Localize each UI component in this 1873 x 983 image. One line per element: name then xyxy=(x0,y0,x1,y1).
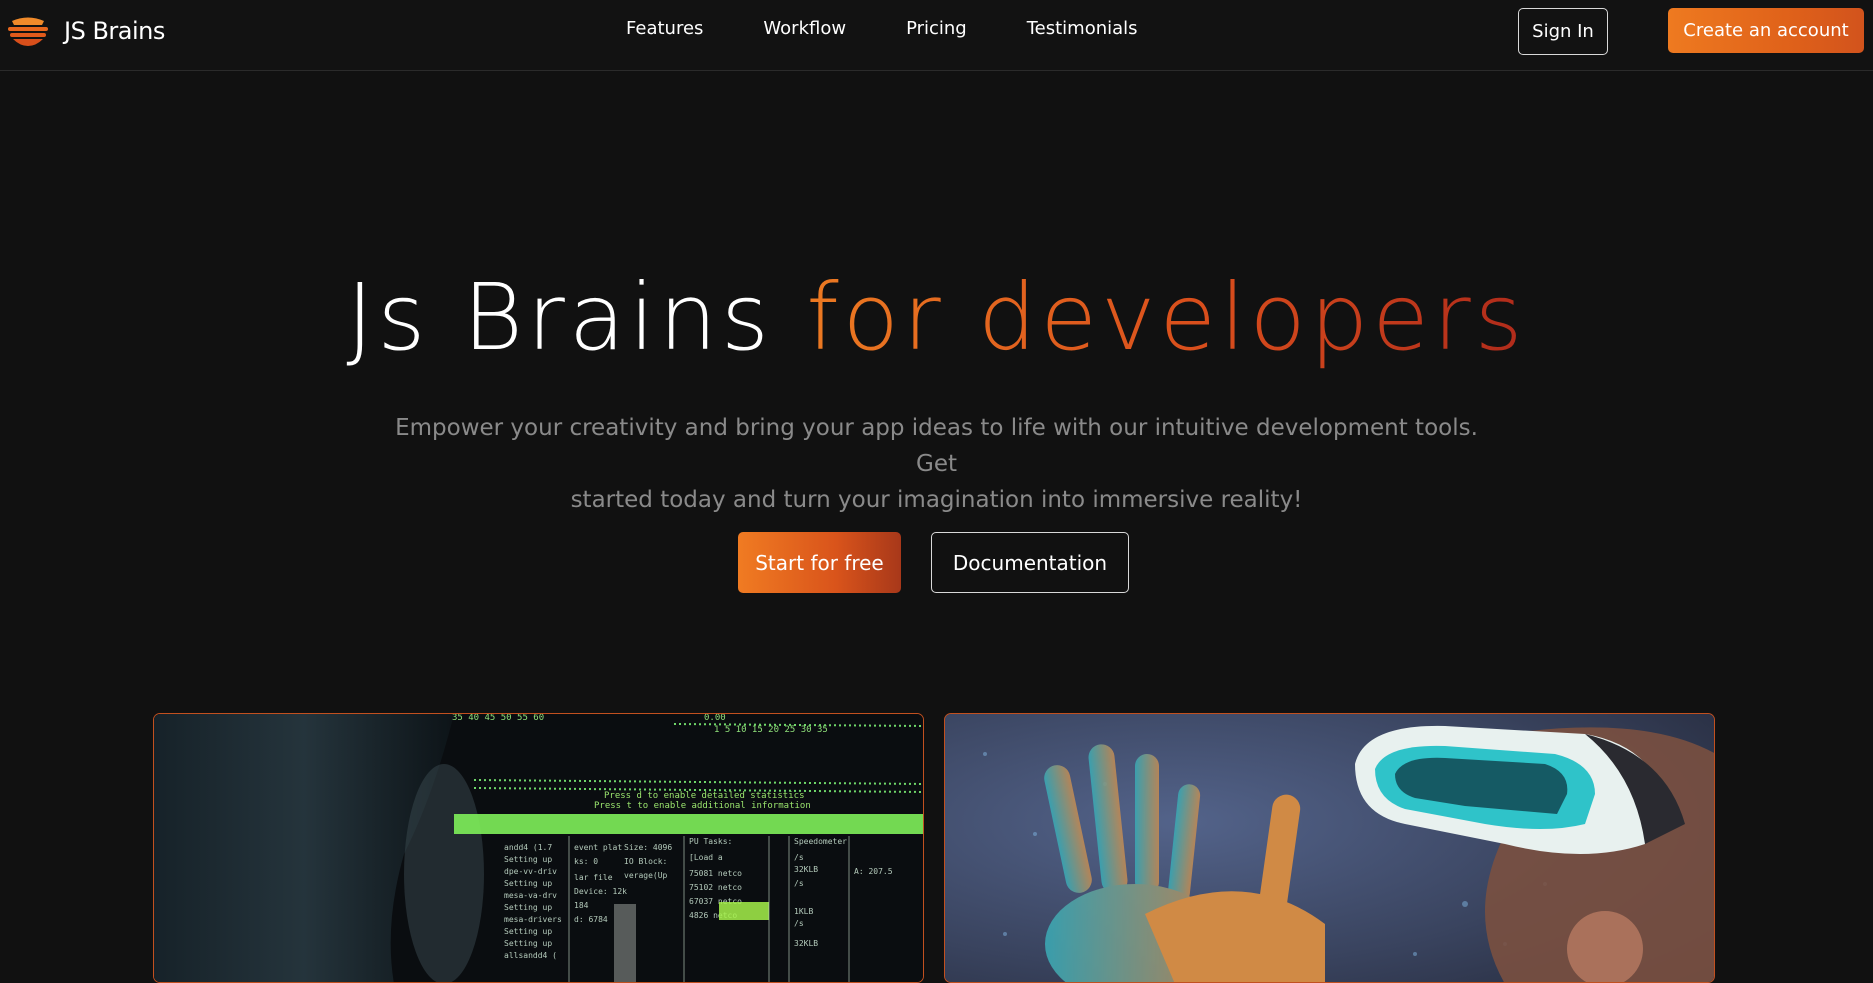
svg-text:Setting up: Setting up xyxy=(504,855,552,864)
brand-logo[interactable]: JS Brains xyxy=(6,13,165,49)
svg-text:mesa-va-drv: mesa-va-drv xyxy=(504,891,557,900)
nav-link-pricing[interactable]: Pricing xyxy=(906,18,967,44)
svg-text:35 40 45 50 55 60: 35 40 45 50 55 60 xyxy=(452,714,544,723)
stacked-layers-logo-icon xyxy=(8,17,48,46)
svg-text:Setting up: Setting up xyxy=(504,927,552,936)
terminal-illustration: 35 40 45 50 55 60 0.00 1 5 10 15 20 25 3… xyxy=(154,714,923,982)
svg-text:andd4 (1.7: andd4 (1.7 xyxy=(504,843,552,852)
svg-text:32KLB: 32KLB xyxy=(794,939,818,948)
hero-title: Js Brains for developers xyxy=(0,262,1873,374)
vr-headset-person-photo xyxy=(944,713,1715,983)
svg-text:lar file: lar file xyxy=(574,873,613,882)
terminal-code-monitor-photo: 35 40 45 50 55 60 0.00 1 5 10 15 20 25 3… xyxy=(153,713,924,983)
svg-text:Setting up: Setting up xyxy=(504,879,552,888)
svg-text:1 5 10 15 20 25 30 35: 1 5 10 15 20 25 30 35 xyxy=(714,725,828,735)
vr-illustration xyxy=(945,714,1714,982)
nav-link-workflow[interactable]: Workflow xyxy=(763,18,846,44)
svg-text:A: 207.5: A: 207.5 xyxy=(854,867,893,876)
svg-text:allsandd4 (: allsandd4 ( xyxy=(504,951,557,960)
svg-text:d: 6784: d: 6784 xyxy=(574,915,608,924)
svg-text:Setting up: Setting up xyxy=(504,939,552,948)
top-navbar: JS Brains Features Workflow Pricing Test… xyxy=(0,0,1873,71)
svg-text:Speedometer: Speedometer xyxy=(794,837,847,846)
svg-text:[Load a: [Load a xyxy=(689,853,723,862)
svg-text:verage(Up: verage(Up xyxy=(624,871,668,880)
svg-text:Press d to enable detailed sta: Press d to enable detailed statistics xyxy=(604,791,804,801)
svg-text:0.00: 0.00 xyxy=(704,714,726,723)
nav-link-features[interactable]: Features xyxy=(626,18,703,44)
svg-text:dpe-vv-driv: dpe-vv-driv xyxy=(504,867,557,876)
hero-subtitle: Empower your creativity and bring your a… xyxy=(380,410,1493,518)
svg-text:75081 netco: 75081 netco xyxy=(689,869,742,878)
svg-text:/s: /s xyxy=(794,879,804,888)
hero-subtitle-line-1: Empower your creativity and bring your a… xyxy=(395,415,1478,477)
svg-text:ks: 0: ks: 0 xyxy=(574,857,598,866)
svg-text:Device: 12k: Device: 12k xyxy=(574,887,627,896)
nav-links: Features Workflow Pricing Testimonials xyxy=(626,18,1138,44)
nav-link-testimonials[interactable]: Testimonials xyxy=(1027,18,1138,44)
svg-text:mesa-drivers: mesa-drivers xyxy=(504,915,562,924)
sign-in-button[interactable]: Sign In xyxy=(1518,8,1608,55)
documentation-button[interactable]: Documentation xyxy=(931,532,1129,593)
svg-text:PU Tasks:: PU Tasks: xyxy=(689,837,732,846)
svg-text:32KLB: 32KLB xyxy=(794,865,818,874)
start-for-free-button[interactable]: Start for free xyxy=(738,532,901,593)
svg-text:Setting up: Setting up xyxy=(504,903,552,912)
svg-text:Size: 4096: Size: 4096 xyxy=(624,843,672,852)
create-account-button[interactable]: Create an account xyxy=(1668,8,1864,53)
svg-text:184: 184 xyxy=(574,901,589,910)
svg-text:Press t to enable additional i: Press t to enable additional information xyxy=(594,801,811,811)
hero-title-plain: Js Brains xyxy=(346,264,773,371)
svg-text:/s: /s xyxy=(794,919,804,928)
svg-text:event plat: event plat xyxy=(574,843,622,852)
svg-text:/s: /s xyxy=(794,853,804,862)
hero-subtitle-line-2: started today and turn your imagination … xyxy=(570,487,1303,513)
svg-text:75102 netco: 75102 netco xyxy=(689,883,742,892)
svg-text:IO Block:: IO Block: xyxy=(624,857,667,866)
hero-title-accent: for developers xyxy=(806,264,1527,371)
brand-name: JS Brains xyxy=(64,17,165,45)
svg-text:1KLB: 1KLB xyxy=(794,907,813,916)
